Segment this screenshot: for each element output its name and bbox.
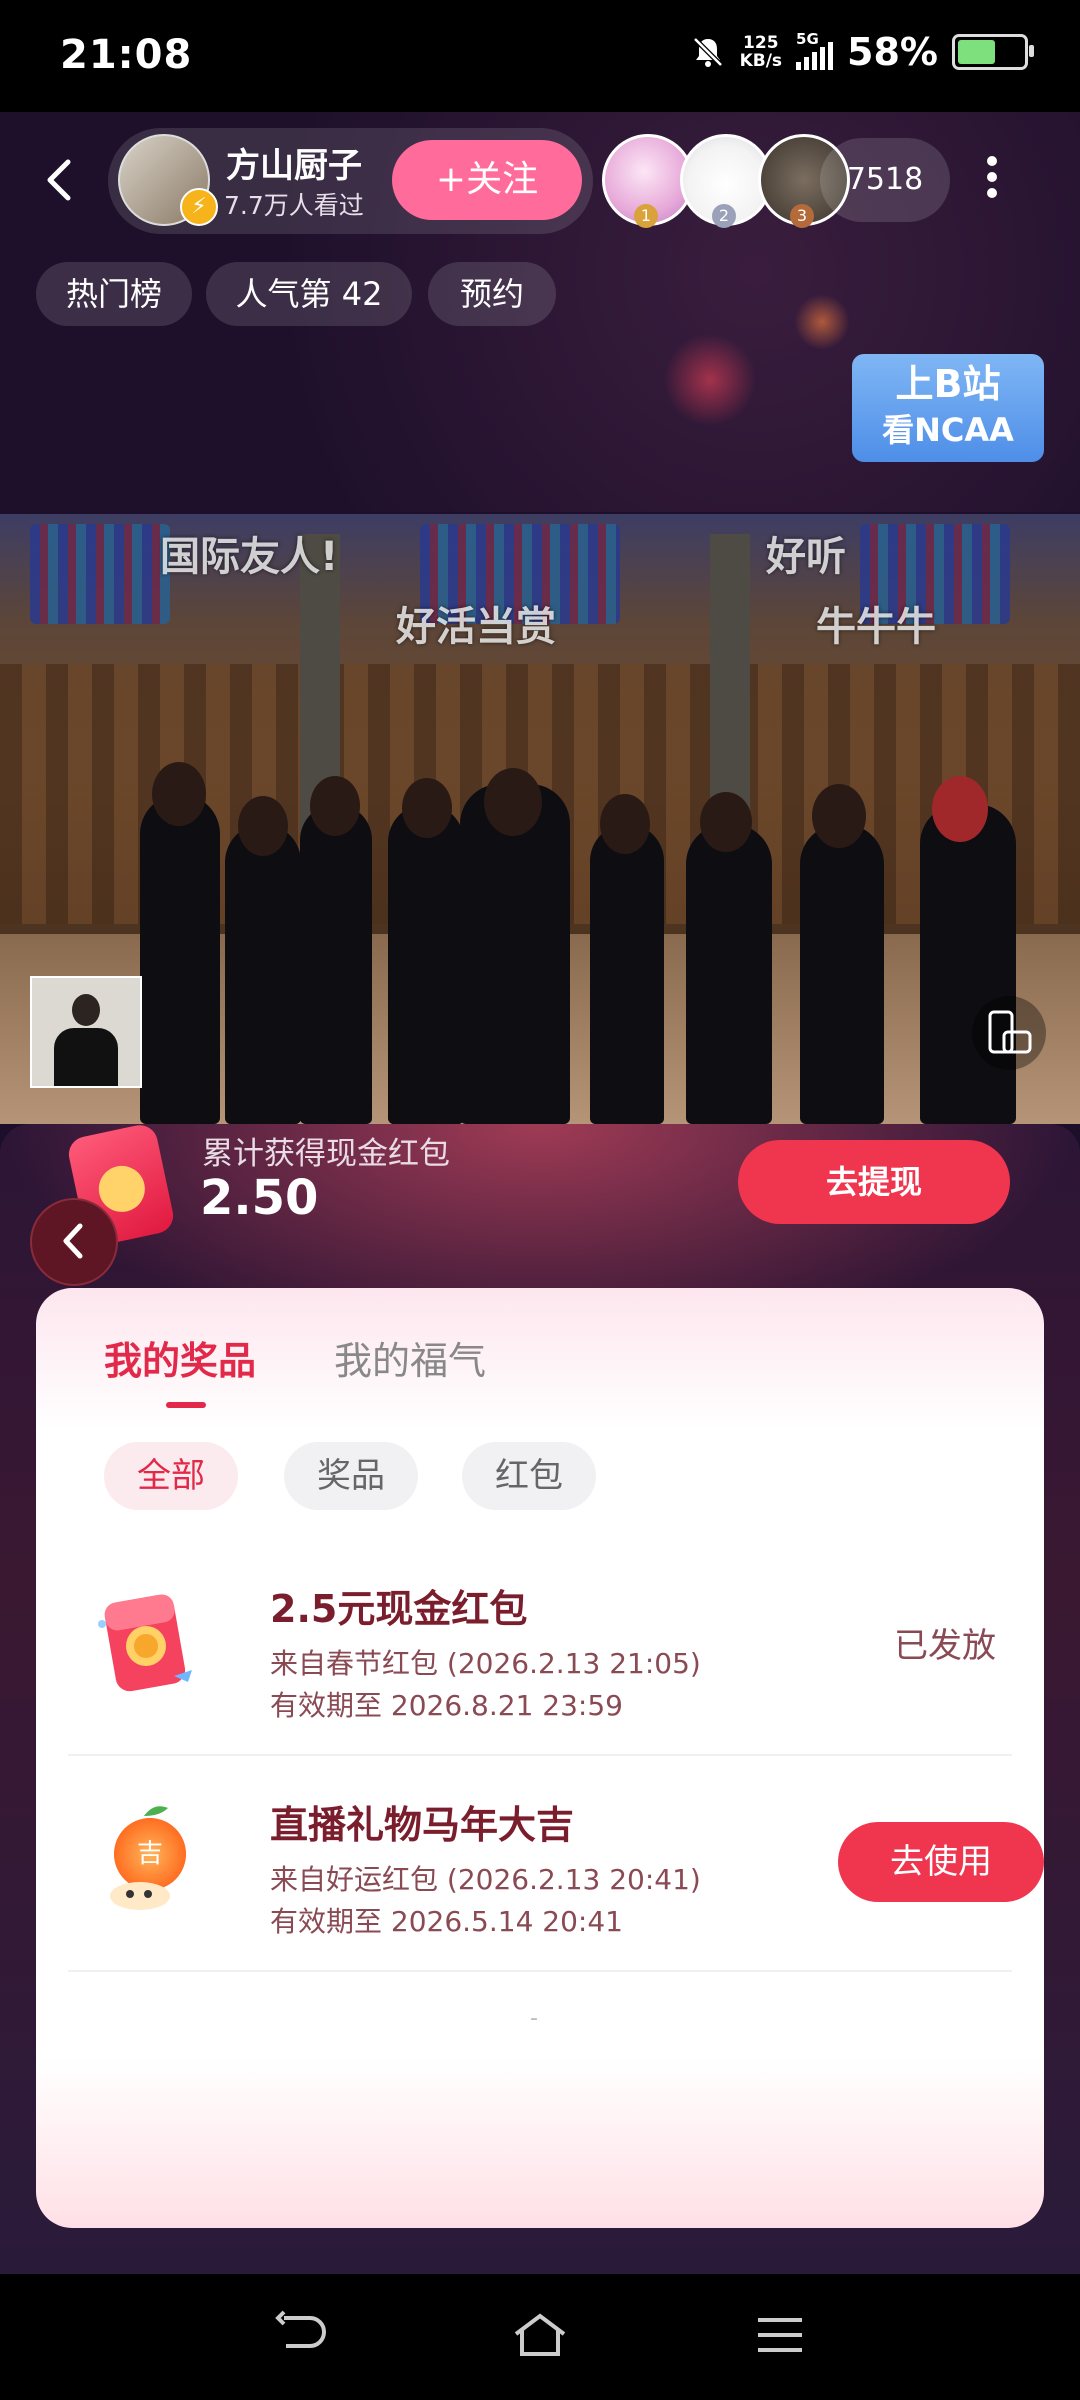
rank-badge-1: 1 <box>634 204 658 228</box>
singer <box>800 824 884 1124</box>
filter-prizes[interactable]: 奖品 <box>284 1442 418 1510</box>
singer-head <box>402 778 452 838</box>
net-speed: 125 KB/s <box>739 33 783 71</box>
chevron-left-icon <box>47 159 71 201</box>
status-icons: 125 KB/s 5G 58% <box>690 30 1034 74</box>
rank-badge-2: 2 <box>712 204 736 228</box>
back-nav-button[interactable] <box>270 2310 330 2360</box>
prize-item: 2.5元现金红包 来自春节红包 (2026.2.13 21:05) 有效期至 2… <box>68 1540 1012 1756</box>
singer-head <box>600 794 650 854</box>
collapse-button[interactable] <box>30 1198 118 1286</box>
screen-orientation-button[interactable] <box>972 996 1046 1070</box>
lightning-badge-icon: ⚡ <box>180 188 218 226</box>
filter-red-envelopes[interactable]: 红包 <box>462 1442 596 1510</box>
danmaku-comment: 好听 <box>766 534 846 580</box>
prize-source: 来自好运红包 (2026.2.13 20:41) <box>270 1863 701 1896</box>
viewer-count[interactable]: 7518 <box>820 138 950 222</box>
danmaku-comment: 牛牛牛 <box>816 604 936 650</box>
cumulative-cash-label: 累计获得现金红包 <box>202 1136 450 1172</box>
use-gift-button[interactable]: 去使用 <box>838 1822 1044 1902</box>
menu-icon <box>758 2318 802 2352</box>
singer <box>686 824 772 1124</box>
back-button[interactable] <box>40 150 90 210</box>
prize-item: 吉 直播礼物马年大吉 来自好运红包 (2026.2.13 20:41) 有效期至… <box>68 1756 1044 1972</box>
rank-badge-3: 3 <box>790 204 814 228</box>
filter-all[interactable]: 全部 <box>104 1442 238 1510</box>
live-video[interactable]: 国际友人! 好听 好活当赏 牛牛牛 <box>0 514 1080 1124</box>
rotate-screen-icon <box>988 1010 1032 1054</box>
firework-decoration <box>660 330 760 430</box>
home-nav-button[interactable] <box>510 2310 570 2360</box>
withdraw-button[interactable]: 去提现 <box>738 1140 1010 1224</box>
singer-head <box>152 762 206 826</box>
promo-ncaa-button[interactable]: 上B站 看NCAA <box>852 354 1044 462</box>
tab-my-fortune[interactable]: 我的福气 <box>334 1330 486 1385</box>
sign-language-interpreter <box>30 976 142 1088</box>
singer-head <box>932 776 988 842</box>
prize-source: 来自春节红包 (2026.2.13 21:05) <box>270 1647 701 1680</box>
singer <box>225 824 301 1124</box>
active-tab-indicator <box>166 1402 206 1408</box>
prize-expiry: 有效期至 2026.5.14 20:41 <box>270 1905 623 1938</box>
singer <box>388 804 464 1124</box>
cumulative-cash-value: 2.50 <box>200 1170 319 1226</box>
mute-icon <box>692 37 723 67</box>
singer-head <box>484 768 542 836</box>
chip-hot-list[interactable]: 热门榜 <box>36 262 192 326</box>
prizes-card: 我的奖品 我的福气 全部 奖品 红包 2.5元现金红包 来自春节红包 (2026… <box>36 1288 1044 2228</box>
battery-icon <box>952 34 1034 70</box>
singer-head <box>310 776 360 836</box>
singer <box>140 794 220 1124</box>
singer-head <box>700 792 752 852</box>
danmaku-comment: 好活当赏 <box>396 604 556 650</box>
stained-glass-window <box>30 524 170 624</box>
follow-button[interactable]: +关注 <box>392 140 582 220</box>
prize-title: 2.5元现金红包 <box>270 1587 528 1631</box>
chevron-left-icon <box>63 1223 83 1259</box>
red-envelope-icon <box>88 1580 208 1710</box>
singer <box>300 804 372 1124</box>
svg-text:吉: 吉 <box>137 1839 163 1869</box>
singer <box>920 804 1016 1124</box>
chip-popularity-rank[interactable]: 人气第 42 <box>206 262 412 326</box>
prize-expiry: 有效期至 2026.8.21 23:59 <box>270 1689 623 1722</box>
anchor-watch-count: 7.7万人看过 <box>224 191 364 220</box>
recents-nav-button[interactable] <box>750 2310 810 2360</box>
status-time: 21:08 <box>60 32 193 78</box>
signal-icon: 5G <box>796 30 834 70</box>
anchor-name: 方山厨子 <box>226 146 362 186</box>
back-nav-icon <box>275 2310 326 2348</box>
prize-title: 直播礼物马年大吉 <box>270 1803 575 1847</box>
chip-reserve[interactable]: 预约 <box>428 262 556 326</box>
danmaku-comment: 国际友人! <box>160 534 339 580</box>
home-icon <box>514 2313 566 2356</box>
singer <box>590 824 664 1124</box>
firework-decoration-small <box>792 292 852 352</box>
singer-head <box>812 784 866 848</box>
singer-head <box>238 796 288 856</box>
tab-my-prizes[interactable]: 我的奖品 <box>104 1330 256 1385</box>
list-end-marker: - <box>530 2006 538 2031</box>
prize-status: 已发放 <box>894 1626 996 1666</box>
more-options-button[interactable] <box>980 150 1004 210</box>
battery-percent: 58% <box>847 30 938 74</box>
tangerine-gift-icon: 吉 <box>88 1796 208 1926</box>
